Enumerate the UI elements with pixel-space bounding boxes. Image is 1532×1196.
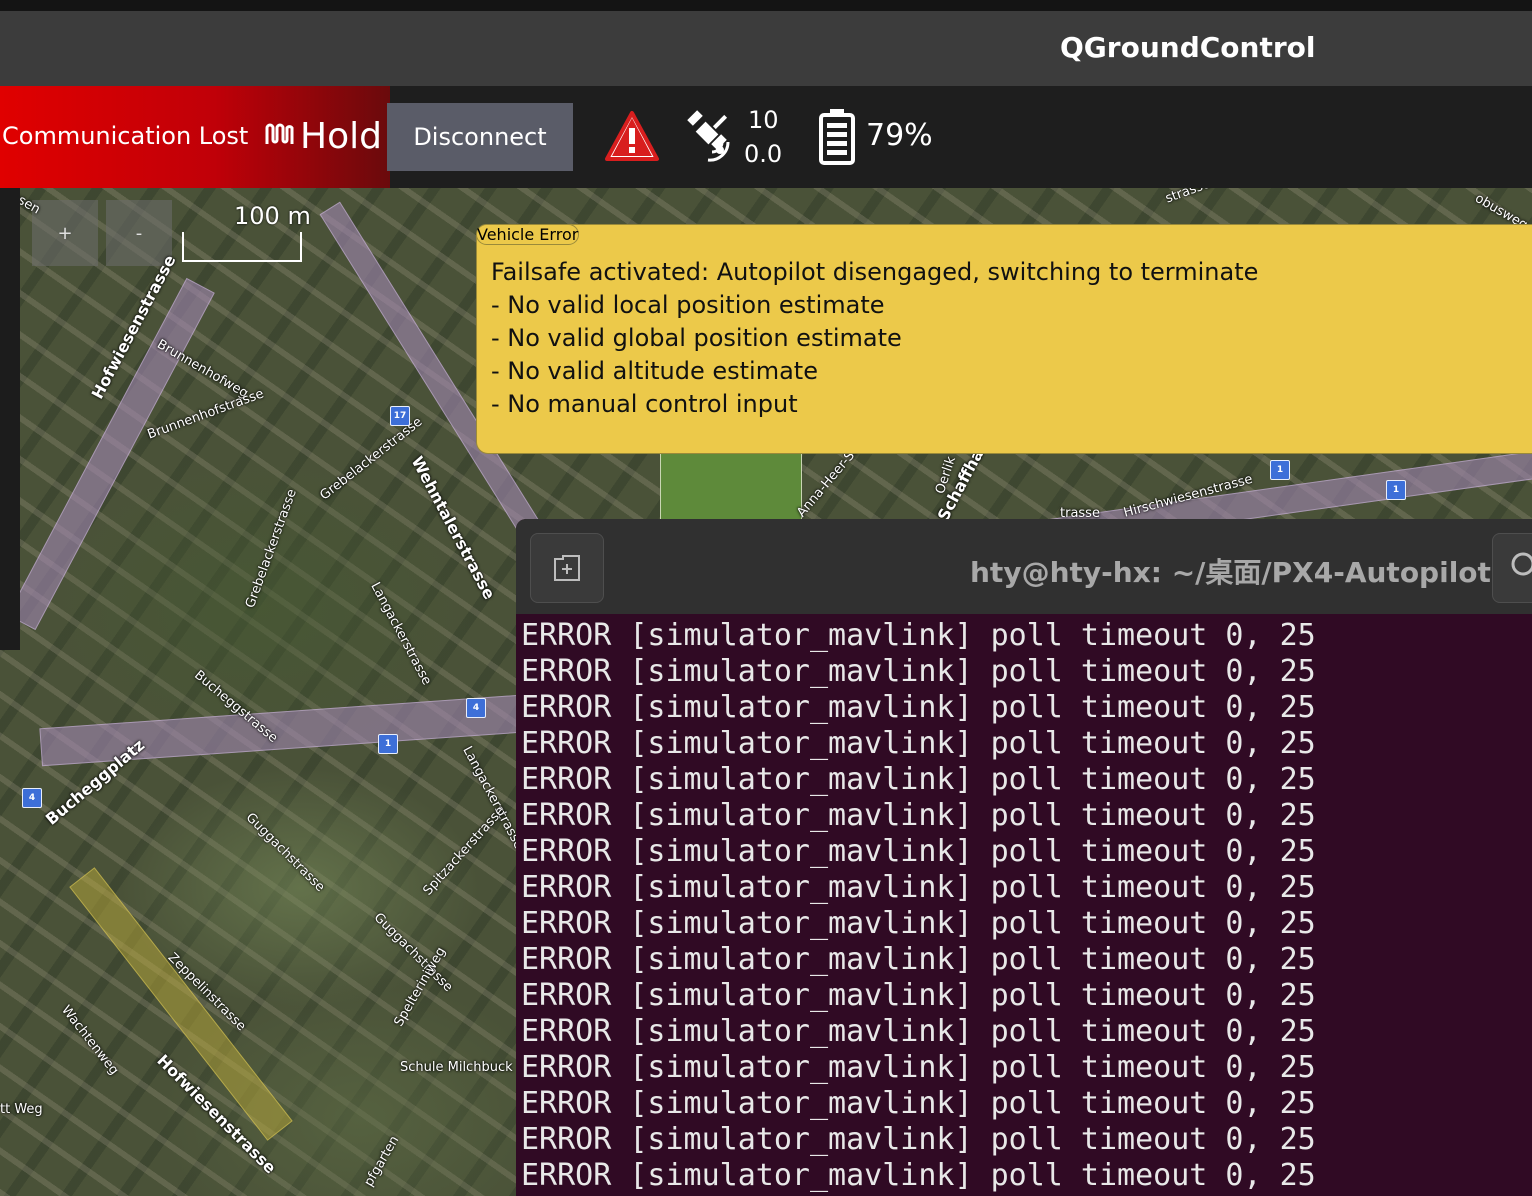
qgc-toolbar: Communication Lost Hold Disconnect 10 0.… [0,86,1532,188]
satellite-icon[interactable] [682,108,738,164]
street-label: Brunnenhofstrasse [145,386,266,443]
terminal-line: ERROR [simulator_mavlink] poll timeout 0… [521,942,1316,977]
terminal-line: ERROR [simulator_mavlink] poll timeout 0… [521,1158,1316,1193]
terminal-line: ERROR [simulator_mavlink] poll timeout 0… [521,654,1316,689]
terminal-line: ERROR [simulator_mavlink] poll timeout 0… [521,1122,1316,1157]
terminal-line: ERROR [simulator_mavlink] poll timeout 0… [521,1050,1316,1085]
gps-satellite-count: 10 [748,106,779,134]
route-badge: 17 [390,406,410,426]
street-label: Grebelackerstrasse [317,414,426,504]
battery-percent: 79% [866,118,933,153]
route-badge: 1 [1270,460,1290,480]
terminal-title: hty@hty-hx: ~/桌面/PX4-Autopilot [970,556,1491,589]
street-label: Spitzackerstrasse [420,803,509,899]
vehicle-error-line: - No valid altitude estimate [491,357,818,385]
street-label: tt Weg [0,1102,43,1117]
terminal-window[interactable]: hty@hty-hx: ~/桌面/PX4-Autopilot ERROR [si… [516,519,1532,1196]
terminal-line: ERROR [simulator_mavlink] poll timeout 0… [521,690,1316,725]
sports-field [660,452,802,520]
terminal-line: ERROR [simulator_mavlink] poll timeout 0… [521,906,1316,941]
screen: QGroundControl Communication Lost Hold D… [0,0,1532,1196]
window-title: QGroundControl [1060,31,1316,64]
street-label: Langackerstrasse [367,579,435,688]
street-label: strasse [1163,188,1213,207]
terminal-line: ERROR [simulator_mavlink] poll timeout 0… [521,618,1316,653]
gps-hdop: 0.0 [744,140,783,168]
terminal-line: ERROR [simulator_mavlink] poll timeout 0… [521,870,1316,905]
new-tab-button[interactable] [530,533,604,603]
battery-icon[interactable] [818,108,856,166]
map-left-edge [0,188,20,650]
vehicle-error-line: - No manual control input [491,390,798,418]
terminal-line: ERROR [simulator_mavlink] poll timeout 0… [521,798,1316,833]
route-badge: 1 [1386,480,1406,500]
window-title-bar: QGroundControl [0,11,1532,86]
street-label: Grebelackerstrasse [242,487,300,611]
flight-mode-label[interactable]: Hold [300,116,382,157]
map-road [69,867,293,1141]
street-label: pfgarten [361,1133,403,1190]
terminal-line: ERROR [simulator_mavlink] poll timeout 0… [521,1014,1316,1049]
terminal-line: ERROR [simulator_mavlink] poll timeout 0… [521,978,1316,1013]
new-tab-icon [554,555,580,581]
vehicle-error-line: Failsafe activated: Autopilot disengaged… [491,258,1259,286]
zoom-in-button[interactable]: + [32,200,98,266]
route-badge: 4 [22,788,42,808]
system-top-bar [0,0,1532,11]
terminal-line: ERROR [simulator_mavlink] poll timeout 0… [521,1086,1316,1121]
street-label: Guggachstrasse [242,810,328,895]
search-icon [1511,552,1532,576]
route-badge: 4 [466,698,486,718]
flight-mode-icon[interactable] [264,122,294,148]
terminal-search-button[interactable] [1492,533,1532,603]
terminal-line: ERROR [simulator_mavlink] poll timeout 0… [521,762,1316,797]
map-scale-bar [182,232,302,262]
route-badge: 1 [378,734,398,754]
terminal-header-bar: hty@hty-hx: ~/桌面/PX4-Autopilot [516,519,1532,614]
warning-triangle-icon[interactable] [604,110,660,162]
vehicle-error-title: Vehicle Error [476,224,580,245]
terminal-line: ERROR [simulator_mavlink] poll timeout 0… [521,834,1316,869]
vehicle-error-line: - No valid global position estimate [491,324,902,352]
map-road [7,277,215,631]
connection-status-text: Communication Lost [2,122,249,150]
vehicle-error-line: - No valid local position estimate [491,291,885,319]
disconnect-button[interactable]: Disconnect [387,103,573,171]
street-label: Schule Milchbuck [400,1060,513,1075]
street-label: Wachtenweg [58,1002,122,1078]
vehicle-error-message: Failsafe activated: Autopilot disengaged… [491,256,1258,421]
terminal-output[interactable]: ERROR [simulator_mavlink] poll timeout 0… [521,618,1316,1194]
map-scale-label: 100 m [234,202,311,230]
terminal-line: ERROR [simulator_mavlink] poll timeout 0… [521,726,1316,761]
